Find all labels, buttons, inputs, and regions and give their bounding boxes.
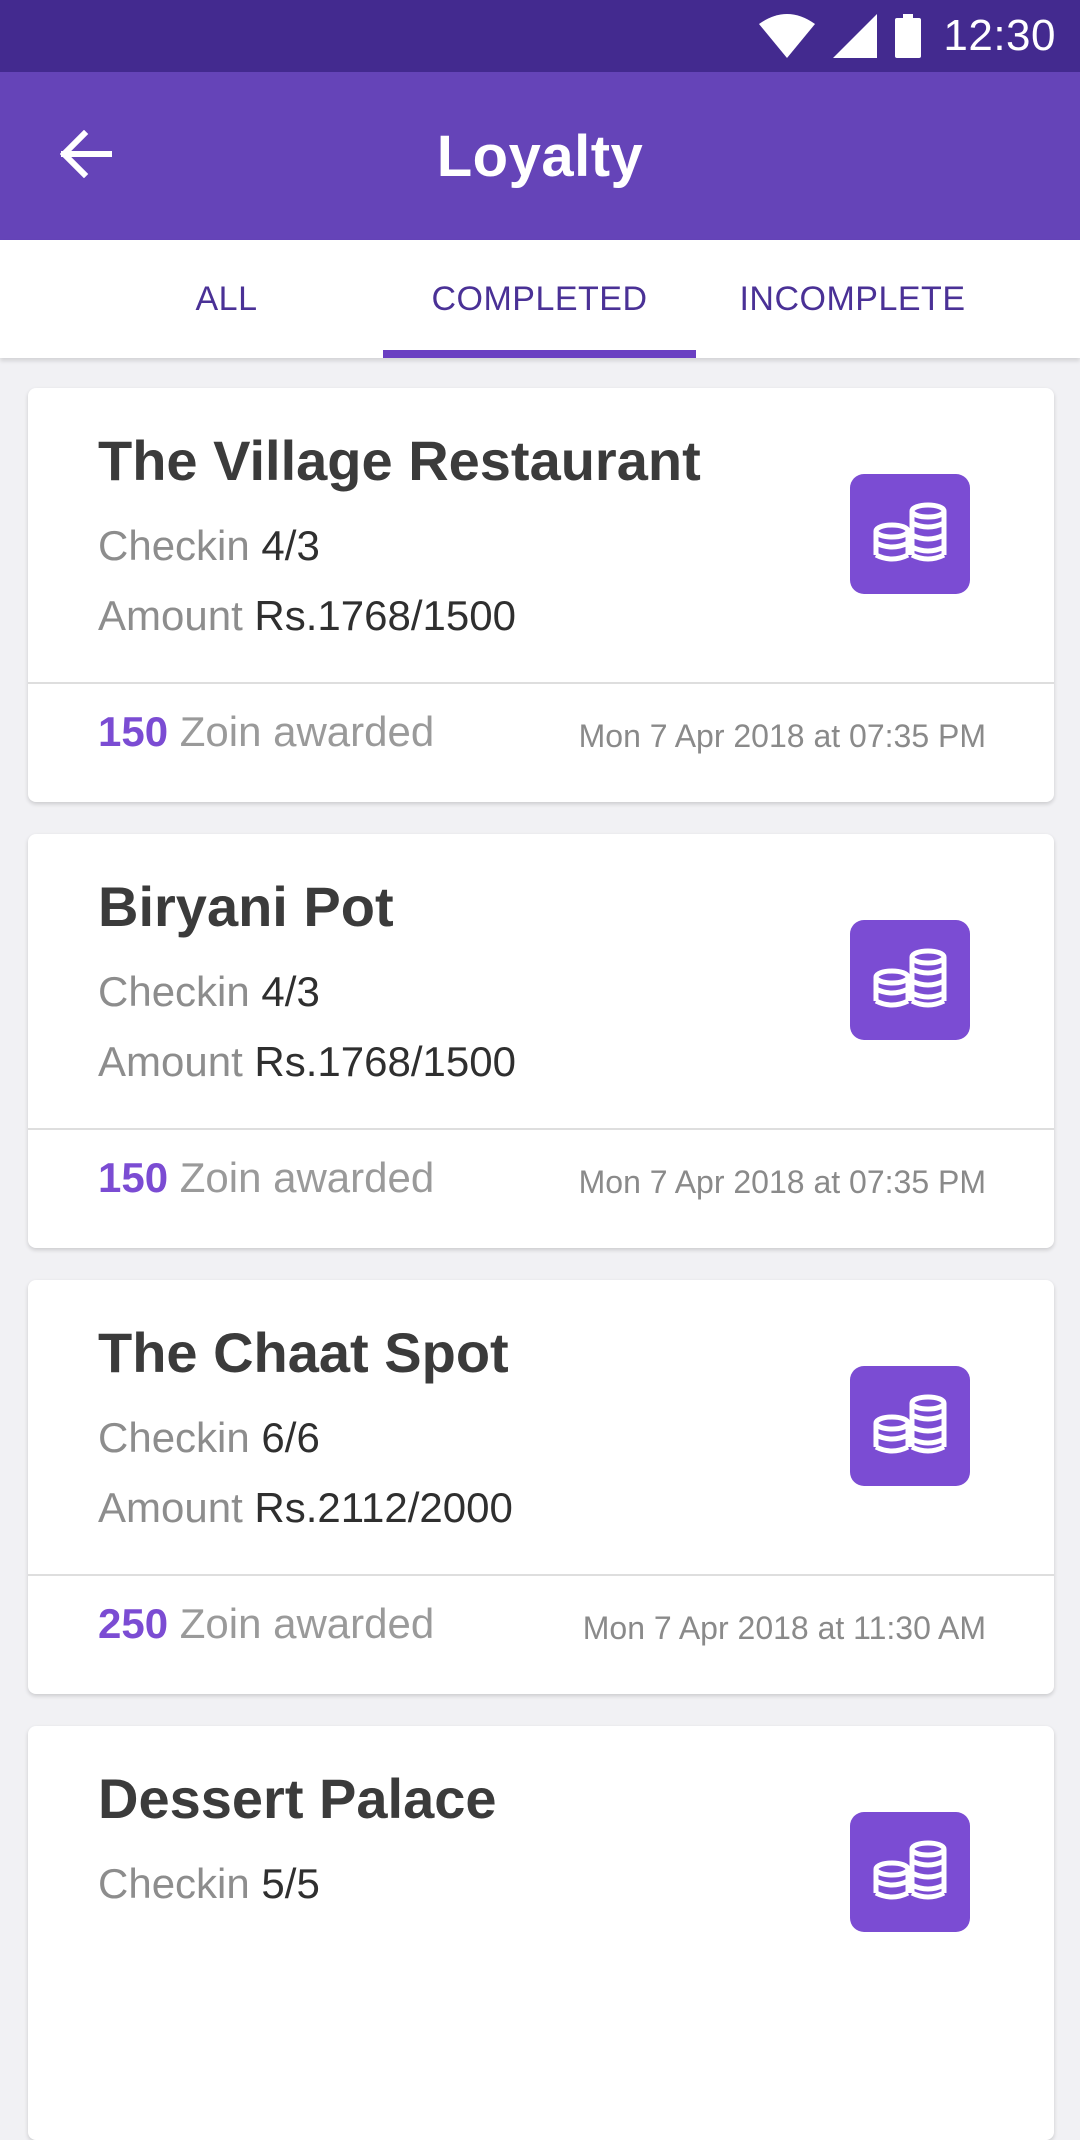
checkin-row: Checkin 4/3 [98,968,320,1016]
checkin-label: Checkin [98,1414,250,1461]
coins-icon [870,1835,950,1910]
card-divider [28,1574,1054,1576]
app-bar: Loyalty [0,72,1080,240]
zoin-label: Zoin awarded [179,1154,435,1201]
signal-icon [833,14,878,58]
tab-incomplete[interactable]: INCOMPLETE [696,240,1009,358]
amount-label: Amount [98,1484,243,1531]
coins-button[interactable] [850,474,970,594]
checkin-row: Checkin 5/5 [98,1860,320,1908]
award-date: Mon 7 Apr 2018 at 07:35 PM [578,718,986,754]
checkin-value: 4/3 [261,522,320,569]
amount-row: Amount Rs.1768/1500 [98,1038,516,1086]
coins-button[interactable] [850,1812,970,1932]
checkin-value: 6/6 [261,1414,320,1461]
award-date: Mon 7 Apr 2018 at 11:30 AM [582,1610,986,1646]
battery-icon [895,14,922,58]
checkin-row: Checkin 4/3 [98,522,320,570]
zoin-awarded: 150 Zoin awarded [98,708,434,756]
card-divider [28,682,1054,684]
restaurant-name: The Village Restaurant [98,429,701,492]
amount-row: Amount Rs.2112/2000 [98,1484,513,1532]
zoin-points: 150 [98,1154,169,1201]
status-bar: 12:30 [0,0,1080,72]
checkin-value: 4/3 [261,968,320,1015]
award-date: Mon 7 Apr 2018 at 07:35 PM [578,1164,986,1200]
checkin-label: Checkin [98,1860,250,1907]
tab-completed[interactable]: COMPLETED [383,240,696,358]
tab-bar: ALL COMPLETED INCOMPLETE [0,240,1080,358]
checkin-label: Checkin [98,522,250,569]
coins-icon [870,943,950,1018]
loyalty-card[interactable]: The Village Restaurant Checkin 4/3 Amoun… [28,388,1054,802]
restaurant-name: Dessert Palace [98,1767,497,1830]
restaurant-name: Biryani Pot [98,875,394,938]
amount-label: Amount [98,1038,243,1085]
checkin-row: Checkin 6/6 [98,1414,320,1462]
coins-icon [870,497,950,572]
zoin-points: 250 [98,1600,169,1647]
card-divider [28,1128,1054,1130]
zoin-awarded: 250 Zoin awarded [98,1600,434,1648]
coins-button[interactable] [850,920,970,1040]
coins-button[interactable] [850,1366,970,1486]
amount-value: Rs.1768/1500 [254,592,516,639]
amount-value: Rs.2112/2000 [254,1484,513,1531]
zoin-label: Zoin awarded [179,708,435,755]
checkin-label: Checkin [98,968,250,1015]
loyalty-card[interactable]: Dessert Palace Checkin 5/5 [28,1726,1054,2140]
amount-label: Amount [98,592,243,639]
loyalty-card[interactable]: The Chaat Spot Checkin 6/6 Amount Rs.211… [28,1280,1054,1694]
amount-row: Amount Rs.1768/1500 [98,592,516,640]
checkin-value: 5/5 [261,1860,320,1907]
zoin-awarded: 150 Zoin awarded [98,1154,434,1202]
status-time: 12:30 [943,11,1056,60]
tab-all[interactable]: ALL [70,240,383,358]
loyalty-card[interactable]: Biryani Pot Checkin 4/3 Amount Rs.1768/1… [28,834,1054,1248]
amount-value: Rs.1768/1500 [254,1038,516,1085]
coins-icon [870,1389,950,1464]
zoin-points: 150 [98,708,169,755]
page-title: Loyalty [436,123,644,189]
wifi-icon [759,14,816,58]
zoin-label: Zoin awarded [179,1600,435,1647]
restaurant-name: The Chaat Spot [98,1321,509,1384]
